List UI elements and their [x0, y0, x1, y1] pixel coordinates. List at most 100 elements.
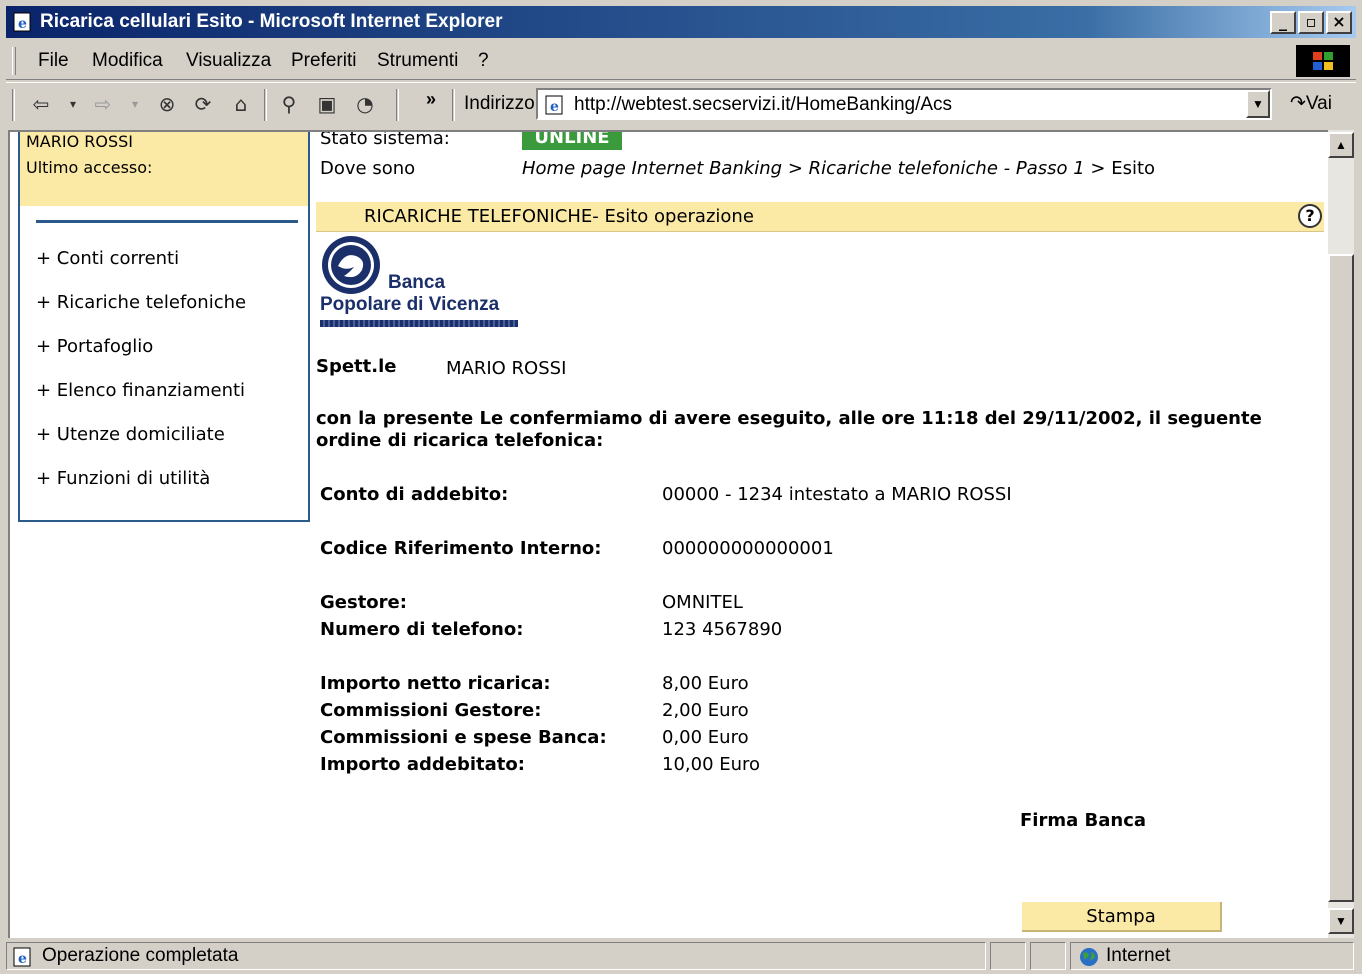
charged-amount-value: 10,00 Euro: [662, 754, 761, 775]
sidebar-item-funzioni-utilita[interactable]: + Funzioni di utilità: [36, 468, 210, 489]
history-icon[interactable]: ◔: [352, 91, 378, 117]
phone-number-label: Numero di telefono:: [320, 619, 524, 640]
menu-modifica[interactable]: Modifica: [92, 50, 163, 72]
status-bar: e Operazione completata Internet: [6, 940, 1356, 970]
debit-account-label: Conto di addebito:: [320, 484, 509, 505]
reference-code-label: Codice Riferimento Interno:: [320, 538, 602, 559]
toolbar-grip: [12, 47, 16, 75]
back-arrow-icon[interactable]: ⇦: [28, 91, 54, 117]
maximize-button[interactable]: ▫: [1298, 11, 1324, 34]
window-title: Ricarica cellulari Esito - Microsoft Int…: [40, 11, 503, 32]
recipient-label: Spett.le: [316, 356, 397, 377]
toolbar-separator: [452, 89, 455, 121]
toolbar-separator: [396, 89, 399, 121]
globe-icon: [1080, 948, 1098, 966]
address-label: Indirizzo: [464, 93, 535, 114]
net-amount-value: 8,00 Euro: [662, 673, 749, 694]
toolbar-grip: [12, 89, 15, 121]
operator-value: OMNITEL: [662, 592, 743, 613]
sidebar-item-elenco-finanziamenti[interactable]: + Elenco finanziamenti: [36, 380, 245, 401]
close-button[interactable]: ×: [1326, 11, 1352, 34]
vertical-scrollbar[interactable]: ▲ ▼: [1328, 130, 1354, 938]
toolbar-more-chevron[interactable]: »: [426, 89, 436, 110]
forward-arrow-icon[interactable]: ⇨: [90, 91, 116, 117]
title-bar: e Ricarica cellulari Esito - Microsoft I…: [6, 6, 1356, 38]
browser-window: e Ricarica cellulari Esito - Microsoft I…: [0, 0, 1362, 974]
forward-dropdown-icon[interactable]: ▾: [122, 91, 148, 117]
operator-fee-label: Commissioni Gestore:: [320, 700, 542, 721]
bank-signature: Firma Banca: [1020, 810, 1147, 831]
breadcrumb: Home page Internet Banking > Ricariche t…: [522, 158, 1155, 179]
debit-account-value: 00000 - 1234 intestato a MARIO ROSSI: [662, 484, 1012, 505]
menu-strumenti[interactable]: Strumenti: [377, 50, 458, 72]
bank-logo: Banca Popolare di Vicenza: [318, 232, 520, 330]
last-access-label: Ultimo accesso:: [26, 158, 153, 177]
status-text: Operazione completata: [42, 945, 239, 966]
page-content: MARIO ROSSI Ultimo accesso: + Conti corr…: [8, 130, 1328, 938]
section-header: RICARICHE TELEFONICHE- Esito operazione …: [316, 202, 1324, 232]
section-title: RICARICHE TELEFONICHE- Esito operazione: [364, 206, 754, 227]
breadcrumb-current: > Esito: [1090, 158, 1156, 179]
favorites-icon[interactable]: ▣: [314, 91, 340, 117]
ie-page-icon: e: [545, 95, 563, 115]
phone-number-value: 123 4567890: [662, 619, 783, 640]
svg-text:e: e: [18, 951, 27, 967]
svg-text:e: e: [18, 16, 27, 32]
reference-code-value: 000000000000001: [662, 538, 834, 559]
location-label: Dove sono: [320, 158, 416, 179]
logo-text-line1: Banca: [388, 272, 446, 293]
go-arrow-icon: ↷: [1290, 93, 1306, 114]
address-input[interactable]: [574, 93, 1214, 117]
menu-preferiti[interactable]: Preferiti: [291, 50, 356, 72]
scroll-down-icon[interactable]: ▼: [1328, 908, 1354, 934]
search-icon[interactable]: ⚲: [276, 91, 302, 117]
sidebar-item-portafoglio[interactable]: + Portafoglio: [36, 336, 153, 357]
back-dropdown-icon[interactable]: ▾: [60, 91, 86, 117]
help-icon[interactable]: ?: [1298, 204, 1322, 228]
toolbar-separator: [264, 89, 267, 121]
recipient-name: MARIO ROSSI: [446, 358, 567, 379]
minimize-button[interactable]: _: [1270, 11, 1296, 34]
address-bar[interactable]: e ▼: [536, 88, 1272, 120]
user-box: MARIO ROSSI Ultimo accesso:: [20, 132, 308, 206]
bank-fee-value: 0,00 Euro: [662, 727, 749, 748]
home-icon[interactable]: ⌂: [228, 91, 254, 117]
sidebar: MARIO ROSSI Ultimo accesso: + Conti corr…: [18, 132, 310, 522]
status-badge: UNLINE: [522, 132, 622, 150]
address-dropdown-button[interactable]: ▼: [1246, 90, 1270, 118]
stop-icon[interactable]: ⊗: [154, 91, 180, 117]
charged-amount-label: Importo addebitato:: [320, 754, 525, 775]
scroll-up-icon[interactable]: ▲: [1328, 132, 1354, 158]
ie-page-icon: e: [13, 947, 31, 967]
go-button[interactable]: ↷Vai: [1290, 92, 1332, 115]
menu-visualizza[interactable]: Visualizza: [186, 50, 271, 72]
operator-fee-value: 2,00 Euro: [662, 700, 749, 721]
sidebar-item-conti-correnti[interactable]: + Conti correnti: [36, 248, 179, 269]
confirmation-text: con la presente Le confermiamo di avere …: [316, 408, 1262, 451]
user-name: MARIO ROSSI: [26, 132, 134, 151]
windows-flag-icon: [1296, 45, 1350, 77]
breadcrumb-path[interactable]: Home page Internet Banking > Ricariche t…: [522, 158, 1085, 179]
logo-text-line2: Popolare di Vicenza: [320, 294, 500, 315]
net-amount-label: Importo netto ricarica:: [320, 673, 551, 694]
go-label: Vai: [1305, 93, 1332, 114]
security-zone: Internet: [1106, 945, 1171, 966]
svg-text:e: e: [550, 99, 559, 115]
ie-page-icon: e: [13, 12, 31, 32]
operator-label: Gestore:: [320, 592, 407, 613]
print-button[interactable]: Stampa: [1022, 902, 1222, 932]
menu-bar: File Modifica Visualizza Preferiti Strum…: [6, 42, 1356, 80]
menu-file[interactable]: File: [38, 50, 69, 72]
bank-fee-label: Commissioni e spese Banca:: [320, 727, 607, 748]
scrollbar-thumb[interactable]: [1328, 254, 1354, 902]
system-status-label: Stato sistema:: [320, 130, 450, 149]
menu-help[interactable]: ?: [478, 50, 489, 72]
sidebar-divider: [36, 220, 298, 223]
toolbar: ⇦ ▾ ⇨ ▾ ⊗ ⟳ ⌂ ⚲ ▣ ◔ » Indirizzo e ▼ ↷Vai: [6, 82, 1356, 126]
sidebar-item-ricariche-telefoniche[interactable]: + Ricariche telefoniche: [36, 292, 246, 313]
bank-emblem-icon: [322, 236, 380, 294]
sidebar-item-utenze-domiciliate[interactable]: + Utenze domiciliate: [36, 424, 225, 445]
refresh-icon[interactable]: ⟳: [190, 91, 216, 117]
status-cell: [990, 942, 1026, 970]
logo-underline: [320, 320, 518, 327]
